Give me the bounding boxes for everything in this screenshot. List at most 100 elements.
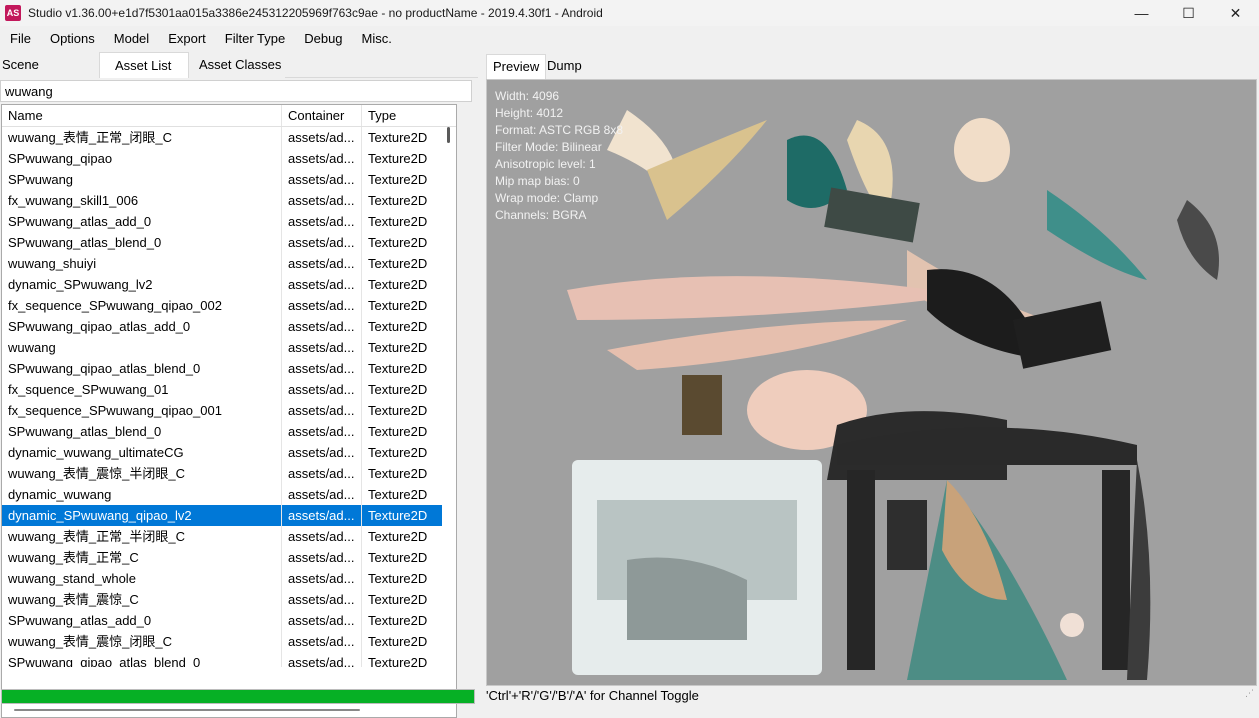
menu-model[interactable]: Model: [104, 28, 158, 50]
table-row[interactable]: wuwang_表情_震惊_半闭眼_C assets/ad... Texture2D: [2, 463, 456, 484]
cell-type: Texture2D: [368, 193, 428, 208]
info-channels: Channels: BGRA: [495, 208, 587, 222]
table-row[interactable]: fx_sequence_SPwuwang_qipao_001 assets/ad.…: [2, 400, 456, 421]
column-header-container[interactable]: Container: [282, 105, 362, 126]
cell-name: wuwang_表情_正常_半闭眼_C: [2, 526, 282, 547]
texture-info: Width: 4096 Height: 4012 Format: ASTC RG…: [495, 88, 623, 224]
close-button[interactable]: ✕: [1212, 0, 1259, 26]
cell-name: dynamic_wuwang_ultimateCG: [2, 442, 282, 463]
cell-type: Texture2D: [368, 403, 428, 418]
cell-name: SPwuwang_atlas_add_0: [2, 211, 282, 232]
info-width: Width: 4096: [495, 89, 560, 103]
cell-type: Texture2D: [368, 340, 428, 355]
table-row[interactable]: SPwuwang_atlas_add_0 assets/ad... Texture2…: [2, 610, 456, 631]
table-row[interactable]: wuwang_表情_正常_半闭眼_C assets/ad... Texture2D: [2, 526, 456, 547]
cell-name: SPwuwang: [2, 169, 282, 190]
table-row[interactable]: wuwang_表情_正常_闭眼_C assets/ad... Texture2D: [2, 127, 456, 148]
tab-dump[interactable]: Dump: [541, 54, 588, 79]
cell-container: assets/ad...: [282, 463, 362, 484]
title-bar: AS Studio v1.36.00+e1d7f5301aa015a3386e2…: [0, 0, 1259, 26]
cell-container: assets/ad...: [282, 337, 362, 358]
cell-name: SPwuwang_atlas_blend_0: [2, 421, 282, 442]
minimize-button[interactable]: —: [1118, 0, 1165, 26]
table-row[interactable]: wuwang_shuiyi assets/ad... Texture2D: [2, 253, 456, 274]
cell-container: assets/ad...: [282, 526, 362, 547]
cell-type: Texture2D: [368, 529, 428, 544]
column-header-name[interactable]: Name: [2, 105, 282, 126]
table-row[interactable]: fx_squence_SPwuwang_01 assets/ad... Textur…: [2, 379, 456, 400]
table-row[interactable]: wuwang assets/ad... Texture2D: [2, 337, 456, 358]
asset-list: Name Container Type wuwang_表情_正常_闭眼_C ass…: [1, 104, 457, 718]
cell-type: Texture2D: [368, 466, 428, 481]
cell-type: Texture2D: [368, 361, 428, 376]
cell-name: fx_sequence_SPwuwang_qipao_001: [2, 400, 282, 421]
cell-type: Texture2D: [368, 487, 428, 502]
table-row[interactable]: SPwuwang_atlas_add_0 assets/ad... Texture2…: [2, 211, 456, 232]
filter-input[interactable]: [0, 80, 472, 102]
tab-asset-classes[interactable]: Asset Classes: [189, 52, 285, 78]
cell-container: assets/ad...: [282, 148, 362, 169]
table-row[interactable]: SPwuwang_atlas_blend_0 assets/ad... Textur…: [2, 421, 456, 442]
table-row[interactable]: dynamic_wuwang_ultimateCG assets/ad... Tex…: [2, 442, 456, 463]
cell-name: fx_squence_SPwuwang_01: [2, 379, 282, 400]
cell-type: Texture2D: [368, 277, 428, 292]
table-row[interactable]: wuwang_stand_whole assets/ad... Texture2D: [2, 568, 456, 589]
texture-preview: Width: 4096 Height: 4012 Format: ASTC RG…: [486, 79, 1257, 686]
vertical-scrollbar[interactable]: [442, 127, 456, 667]
menu-debug[interactable]: Debug: [294, 28, 351, 50]
menu-misc[interactable]: Misc.: [352, 28, 401, 50]
table-row[interactable]: SPwuwang_qipao assets/ad... Texture2D: [2, 148, 456, 169]
scroll-corner: [442, 703, 456, 717]
table-row[interactable]: wuwang_表情_正常_C assets/ad... Texture2D: [2, 547, 456, 568]
resize-grip-icon[interactable]: ⋰: [1245, 689, 1257, 702]
table-row[interactable]: SPwuwang assets/ad... Texture2D: [2, 169, 456, 190]
horizontal-scroll-thumb[interactable]: [14, 709, 360, 711]
cell-container: assets/ad...: [282, 589, 362, 610]
table-row[interactable]: SPwuwang_qipao_atlas_blend_0 assets/ad...…: [2, 652, 456, 667]
right-tab-strip: Preview Dump: [482, 52, 1259, 79]
tab-asset-list[interactable]: Asset List: [99, 52, 189, 78]
menu-filter-type[interactable]: Filter Type: [215, 28, 294, 50]
cell-name: SPwuwang_qipao: [2, 148, 282, 169]
table-row[interactable]: SPwuwang_qipao_atlas_add_0 assets/ad... Te…: [2, 316, 456, 337]
cell-type: Texture2D: [368, 172, 428, 187]
vertical-scroll-thumb[interactable]: [447, 127, 450, 143]
menu-file[interactable]: File: [0, 28, 40, 50]
cell-type: Texture2D: [368, 613, 428, 628]
cell-container: assets/ad...: [282, 610, 362, 631]
info-anisotropic: Anisotropic level: 1: [495, 157, 596, 171]
window-title: Studio v1.36.00+e1d7f5301aa015a3386e2453…: [28, 6, 603, 20]
window-controls: — ☐ ✕: [1118, 0, 1259, 26]
cell-type: Texture2D: [368, 550, 428, 565]
cell-container: assets/ad...: [282, 211, 362, 232]
cell-name: wuwang_shuiyi: [2, 253, 282, 274]
table-row[interactable]: wuwang_表情_震惊_闭眼_C assets/ad... Texture2D: [2, 631, 456, 652]
cell-type: Texture2D: [368, 634, 428, 649]
maximize-button[interactable]: ☐: [1165, 0, 1212, 26]
table-row[interactable]: SPwuwang_atlas_blend_0 assets/ad... Textur…: [2, 232, 456, 253]
info-filter-mode: Filter Mode: Bilinear: [495, 140, 602, 154]
table-row[interactable]: wuwang_表情_震惊_C assets/ad... Texture2D: [2, 589, 456, 610]
cell-container: assets/ad...: [282, 190, 362, 211]
menu-options[interactable]: Options: [40, 28, 104, 50]
tab-preview[interactable]: Preview: [486, 54, 547, 79]
left-pane: Scene Hierarchy Asset List Asset Classes…: [0, 52, 478, 718]
table-row[interactable]: fx_wuwang_skill1_006 assets/ad... Texture2…: [2, 190, 456, 211]
tab-scene-hierarchy[interactable]: Scene Hierarchy: [0, 52, 99, 98]
table-row[interactable]: dynamic_SPwuwang_lv2 assets/ad... Texture2…: [2, 274, 456, 295]
cell-container: assets/ad...: [282, 253, 362, 274]
table-row[interactable]: dynamic_wuwang assets/ad... Texture2D: [2, 484, 456, 505]
horizontal-scrollbar[interactable]: [2, 703, 456, 717]
table-row[interactable]: fx_sequence_SPwuwang_qipao_002 assets/ad.…: [2, 295, 456, 316]
menu-export[interactable]: Export: [158, 28, 215, 50]
cell-name: wuwang_stand_whole: [2, 568, 282, 589]
table-row[interactable]: SPwuwang_qipao_atlas_blend_0 assets/ad...…: [2, 358, 456, 379]
info-height: Height: 4012: [495, 106, 564, 120]
table-row[interactable]: dynamic_SPwuwang_qipao_lv2 assets/ad... Te…: [2, 505, 456, 526]
cell-name: SPwuwang_qipao_atlas_blend_0: [2, 358, 282, 379]
status-bar: 'Ctrl'+'R'/'G'/'B'/'A' for Channel Toggl…: [482, 686, 1259, 706]
cell-container: assets/ad...: [282, 631, 362, 652]
column-header-type[interactable]: Type: [362, 105, 442, 126]
cell-type: Texture2D: [368, 298, 428, 313]
info-mipmap-bias: Mip map bias: 0: [495, 174, 580, 188]
